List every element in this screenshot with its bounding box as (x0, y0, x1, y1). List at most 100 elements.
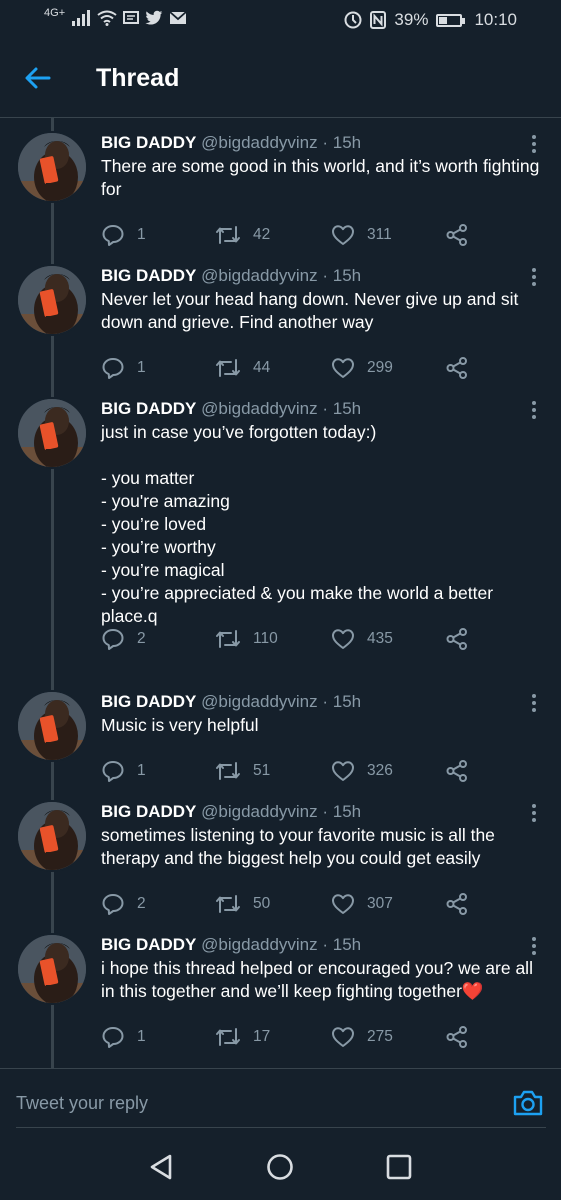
reply-button[interactable]: 2 (101, 892, 146, 916)
heart-icon (332, 225, 354, 245)
kebab-dot (532, 135, 536, 139)
tweet-actions: 1 42 311 (101, 223, 481, 249)
more-options-button[interactable] (528, 268, 540, 288)
reply-count: 2 (137, 630, 146, 647)
reply-button[interactable]: 1 (101, 1025, 146, 1049)
like-button[interactable]: 435 (331, 627, 393, 651)
reply-icon (102, 225, 124, 246)
tweet-text: just in case you’ve forgotten today:) - … (101, 422, 494, 626)
share-button[interactable] (445, 223, 481, 247)
status-left: 4G+ (44, 7, 187, 26)
reply-button[interactable]: 1 (101, 356, 146, 380)
more-options-button[interactable] (528, 401, 540, 421)
like-button[interactable]: 299 (331, 356, 393, 380)
camera-button[interactable] (512, 1089, 544, 1117)
kebab-dot (532, 818, 536, 822)
retweet-button[interactable]: 50 (215, 892, 270, 916)
reply-count: 1 (137, 1028, 146, 1045)
kebab-dot (532, 268, 536, 272)
heart-icon (332, 358, 354, 378)
reply-icon (102, 761, 124, 782)
share-button[interactable] (445, 627, 481, 651)
share-button[interactable] (445, 892, 481, 916)
like-button[interactable]: 307 (331, 892, 393, 916)
battery-percent: 39% (394, 10, 429, 29)
more-options-button[interactable] (528, 937, 540, 957)
reply-icon (102, 894, 124, 915)
author-name[interactable]: BIG DADDY (101, 266, 196, 285)
data-saver-icon (344, 11, 362, 29)
like-button[interactable]: 275 (331, 1025, 393, 1049)
tweet-header: BIG DADDY @bigdaddyvinz · 15h (101, 399, 361, 419)
nav-home-button[interactable] (263, 1150, 297, 1184)
author-handle-time: @bigdaddyvinz · 15h (201, 133, 362, 152)
kebab-dot (532, 937, 536, 941)
retweet-button[interactable]: 110 (215, 627, 278, 651)
tweet-actions: 1 51 326 (101, 759, 481, 785)
kebab-dot (532, 275, 536, 279)
retweet-icon (216, 762, 240, 780)
avatar[interactable] (16, 800, 88, 872)
nfc-icon (370, 11, 387, 29)
share-icon (446, 224, 467, 246)
author-name[interactable]: BIG DADDY (101, 802, 196, 821)
tweet-header: BIG DADDY @bigdaddyvinz · 15h (101, 935, 361, 955)
retweet-button[interactable]: 51 (215, 759, 270, 783)
retweet-button[interactable]: 17 (215, 1025, 270, 1049)
kebab-dot (532, 708, 536, 712)
reply-button[interactable]: 1 (101, 759, 146, 783)
heart-icon (332, 761, 354, 781)
tweet-actions: 2 110 435 (101, 627, 481, 653)
reply-count: 1 (137, 226, 146, 243)
kebab-dot (532, 951, 536, 955)
tweet-header: BIG DADDY @bigdaddyvinz · 15h (101, 692, 361, 712)
author-handle-time: @bigdaddyvinz · 15h (201, 935, 362, 954)
avatar[interactable] (16, 933, 88, 1005)
retweet-button[interactable]: 42 (215, 223, 270, 247)
author-name[interactable]: BIG DADDY (101, 399, 196, 418)
status-bar: 4G+ 39% 10:10 (0, 0, 561, 42)
reply-button[interactable]: 1 (101, 223, 146, 247)
share-button[interactable] (445, 1025, 481, 1049)
retweet-icon (216, 1028, 240, 1046)
more-options-button[interactable] (528, 694, 540, 714)
share-button[interactable] (445, 356, 481, 380)
nav-recents-button[interactable] (382, 1150, 416, 1184)
like-button[interactable]: 326 (331, 759, 393, 783)
author-name[interactable]: BIG DADDY (101, 692, 196, 711)
reply-count: 2 (137, 895, 146, 912)
like-count: 435 (367, 630, 393, 647)
reply-input[interactable]: Tweet your reply (16, 1093, 148, 1114)
share-icon (446, 1026, 467, 1048)
avatar[interactable] (16, 397, 88, 469)
retweet-count: 51 (253, 762, 271, 779)
retweet-icon (216, 895, 240, 913)
more-options-button[interactable] (528, 135, 540, 155)
square-recents-icon (386, 1154, 412, 1180)
tweet-actions: 1 17 275 (101, 1025, 481, 1051)
avatar[interactable] (16, 690, 88, 762)
kebab-dot (532, 804, 536, 808)
share-button[interactable] (445, 759, 481, 783)
retweet-icon (216, 226, 240, 244)
retweet-icon (216, 359, 240, 377)
author-name[interactable]: BIG DADDY (101, 935, 196, 954)
kebab-dot (532, 944, 536, 948)
nav-back-button[interactable] (145, 1150, 179, 1184)
author-name[interactable]: BIG DADDY (101, 133, 196, 152)
back-button[interactable] (22, 62, 54, 94)
reply-icon (102, 1027, 124, 1048)
reply-bar: Tweet your reply (0, 1068, 561, 1128)
tweet-text: Never let your head hang down. Never giv… (101, 289, 519, 332)
retweet-button[interactable]: 44 (215, 356, 270, 380)
more-options-button[interactable] (528, 804, 540, 824)
reply-button[interactable]: 2 (101, 627, 146, 651)
avatar[interactable] (16, 264, 88, 336)
tweet-text: Music is very helpful (101, 715, 259, 735)
like-count: 275 (367, 1028, 393, 1045)
retweet-count: 44 (253, 359, 271, 376)
status-right: 39% 10:10 (344, 10, 517, 30)
avatar[interactable] (16, 131, 88, 203)
like-button[interactable]: 311 (331, 223, 392, 247)
circle-home-icon (267, 1154, 293, 1180)
